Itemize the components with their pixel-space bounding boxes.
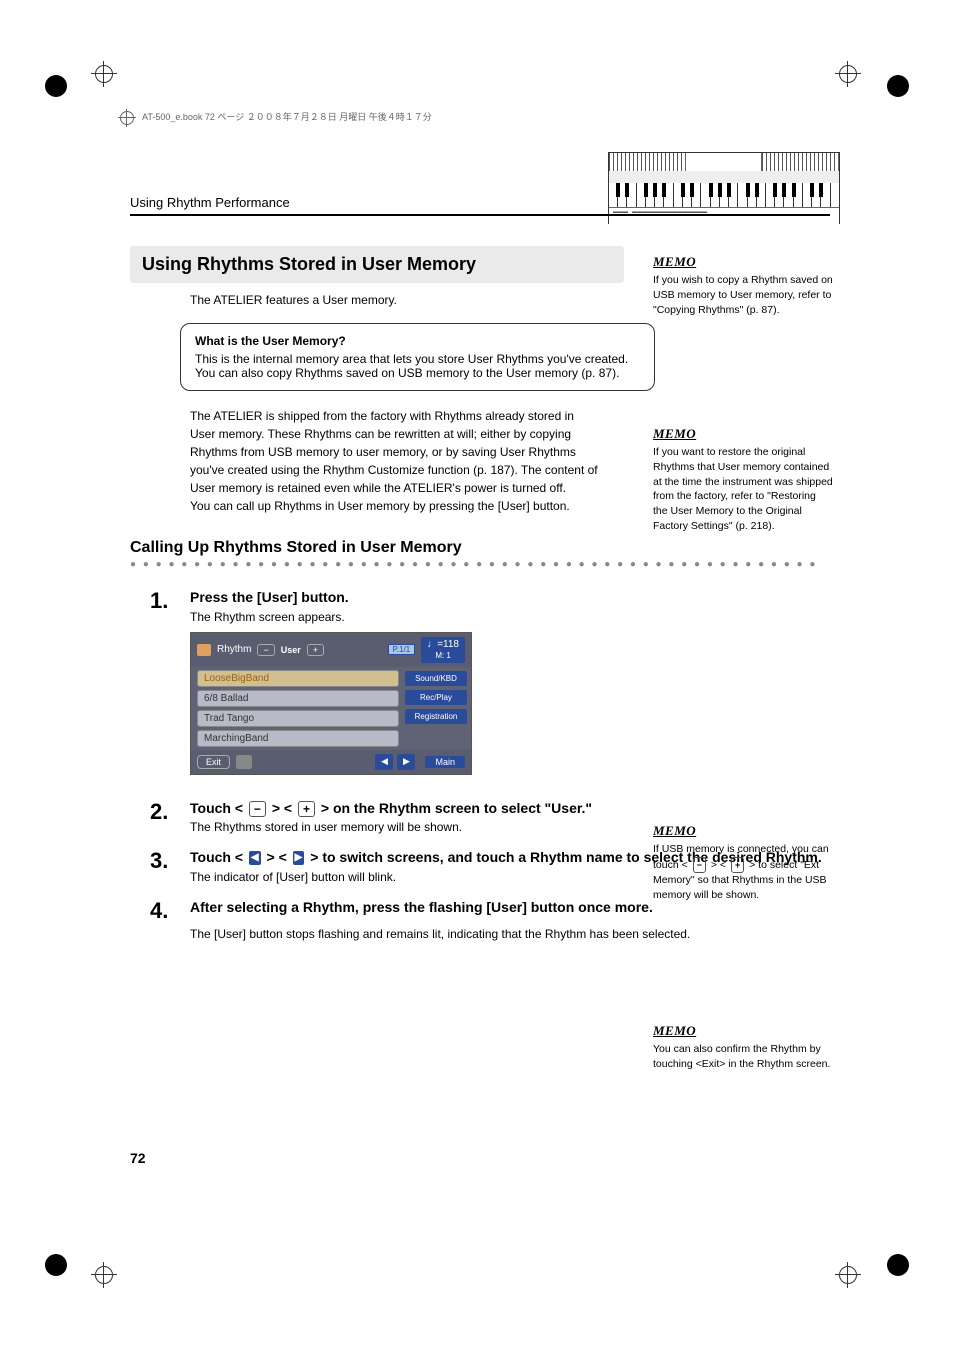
rec-play-button[interactable]: Rec/Play [405,690,467,705]
callout-answer: This is the internal memory area that le… [195,352,640,380]
section-heading: Using Rhythms Stored in User Memory [130,246,624,283]
step-1: 1. Press the [User] button. The Rhythm s… [130,588,830,624]
ss-title: Rhythm [217,644,251,655]
callout-box: What is the User Memory? This is the int… [180,323,655,391]
book-header: AT-500_e.book 72 ページ ２００８年７月２８日 月曜日 午後４時… [120,110,432,125]
tempo-indicator: ♩=118 M: 1 [421,637,465,663]
plus-key-icon: + [731,857,744,873]
step-number: 4. [150,898,180,942]
minus-button[interactable]: − [257,644,274,656]
main-button[interactable]: Main [425,756,465,768]
intro-text: The ATELIER features a User memory. [190,293,600,307]
minus-key-icon: − [693,857,706,873]
rhythm-screen-screenshot: Rhythm − User + P.1/1 ♩=118 M: 1 LooseBi… [190,632,472,775]
register-mark-icon [120,111,134,125]
plus-button[interactable]: + [307,644,324,656]
dotted-rule: ● ● ● ● ● ● ● ● ● ● ● ● ● ● ● ● ● ● ● ● … [130,559,830,570]
memo-text: If you want to restore the original Rhyt… [653,445,833,533]
list-item[interactable]: MarchingBand [197,730,399,747]
exit-button[interactable]: Exit [197,755,230,769]
body-paragraph: The ATELIER is shipped from the factory … [190,407,600,497]
sub-heading: Calling Up Rhythms Stored in User Memory [130,539,830,557]
memo-text: If USB memory is connected, you can touc… [653,842,833,902]
page-indicator: P.1/1 [388,644,416,655]
body-paragraph-2: You can call up Rhythms in User memory b… [190,497,600,515]
plus-key-icon: + [298,801,315,817]
memo-text: If you wish to copy a Rhythm saved on US… [653,273,833,317]
memo-icon: MEMO [653,1022,696,1040]
memo-icon: MEMO [653,822,696,840]
step-text: The Rhythm screen appears. [190,610,830,624]
next-arrow-button[interactable]: ▶ [397,754,415,770]
list-item[interactable]: Trad Tango [197,710,399,727]
side-buttons: Sound/KBD Rec/Play Registration [405,667,471,750]
right-arrow-key-icon: ▶ [293,851,305,865]
crop-mark [95,65,115,85]
color-bar-tr [887,75,909,97]
prev-arrow-button[interactable]: ◀ [375,754,393,770]
page: AT-500_e.book 72 ページ ２００８年７月２８日 月曜日 午後４時… [0,0,954,1351]
sound-kbd-button[interactable]: Sound/KBD [405,671,467,686]
step-number: 2. [150,799,180,835]
list-item[interactable]: LooseBigBand [197,670,399,687]
memo-2: MEMO If you want to restore the original… [653,425,833,533]
color-bar-tl [45,75,67,97]
crop-mark [839,1266,859,1286]
page-number: 72 [130,1150,146,1166]
list-item[interactable]: 6/8 Ballad [197,690,399,707]
rhythm-list: LooseBigBand 6/8 Ballad Trad Tango March… [191,667,405,750]
crop-mark [95,1266,115,1286]
crop-mark [839,65,859,85]
color-bar-bl [45,1254,67,1276]
step-text: The [User] button stops flashing and rem… [190,927,830,941]
memo-1: MEMO If you wish to copy a Rhythm saved … [653,253,833,317]
step-4: 4. After selecting a Rhythm, press the f… [130,898,830,942]
registration-button[interactable]: Registration [405,709,467,724]
user-label: User [281,645,301,655]
step-number: 1. [150,588,180,624]
memo-4: MEMO You can also confirm the Rhythm by … [653,1022,833,1072]
book-header-text: AT-500_e.book 72 ページ ２００８年７月２８日 月曜日 午後４時… [142,112,432,122]
color-bar-br [887,1254,909,1276]
minus-key-icon: − [249,801,266,817]
rhythm-icon [197,644,211,656]
left-arrow-key-icon: ◀ [249,851,261,865]
callout-question: What is the User Memory? [195,334,640,348]
step-title: Touch < − > < + > on the Rhythm screen t… [190,799,830,819]
memo-3: MEMO If USB memory is connected, you can… [653,822,833,902]
memo-icon: MEMO [653,425,696,443]
section-label: Using Rhythm Performance [130,195,830,210]
title-rule [130,214,830,216]
memo-text: You can also confirm the Rhythm by touch… [653,1042,833,1071]
step-number: 3. [150,848,180,884]
step-title: Press the [User] button. [190,588,830,608]
memo-icon: MEMO [653,253,696,271]
grid-icon[interactable] [236,755,252,769]
